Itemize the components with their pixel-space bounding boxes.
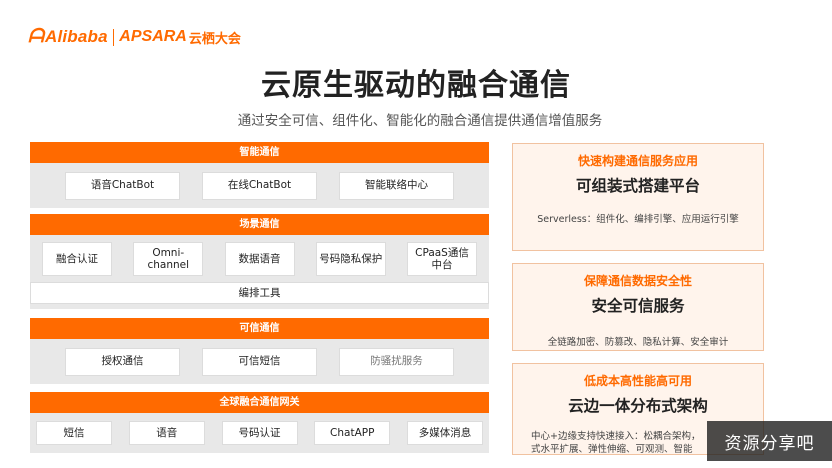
page-title: 云原生驱动的融合通信 [261, 68, 571, 103]
item-authorized: 授权通信 [65, 347, 180, 376]
section-smart-communication: 智能通信 语音ChatBot 在线ChatBot 智能联络中心 [30, 142, 489, 208]
item-sms: 短信 [36, 421, 112, 445]
alibaba-a-icon: ᗩ [28, 26, 44, 47]
card-description: Serverless：组件化、编排引擎、应用运行引擎 [537, 214, 739, 225]
page-subtitle: 通过安全可信、组件化、智能化的融合通信提供通信增值服务 [237, 113, 603, 129]
item-voice: 语音 [128, 421, 205, 445]
item-voice-chatbot: 语音ChatBot [65, 171, 180, 200]
brand-separator [112, 28, 115, 46]
item-data-voice: 数据语音 [224, 242, 295, 276]
card-headline: 快速构建通信服务应用 [577, 154, 698, 168]
item-trusted-sms: 可信短信 [202, 347, 317, 376]
section-title: 可信通信 [30, 318, 489, 339]
apsara-logo: APSARA [119, 28, 187, 45]
section-items: 授权通信 可信短信 防骚扰服务 [30, 339, 489, 384]
section-title: 全球融合通信网关 [30, 392, 489, 413]
card-title: 安全可信服务 [591, 297, 685, 315]
alibaba-logo: ᗩAlibaba [28, 26, 108, 47]
value-card-security: 保障通信数据安全性 安全可信服务 全链路加密、防篡改、隐私计算、安全审计 [512, 263, 764, 351]
card-headline: 低成本高性能高可用 [583, 374, 692, 388]
item-number-auth: 号码认证 [221, 421, 298, 445]
card-title: 可组装式搭建平台 [575, 177, 700, 195]
item-number-privacy: 号码隐私保护 [315, 242, 386, 276]
alibaba-apsara-logo: ᗩAlibaba APSARA 云栖大会 [28, 26, 241, 48]
section-items: 短信 语音 号码认证 ChatAPP 多媒体消息 [30, 413, 489, 453]
item-chatapp: ChatAPP [314, 421, 391, 445]
section-items: 语音ChatBot 在线ChatBot 智能联络中心 [30, 163, 489, 208]
section-title: 智能通信 [30, 142, 489, 163]
item-contact-center: 智能联络中心 [339, 171, 454, 200]
item-mms: 多媒体消息 [407, 421, 483, 445]
section-title: 场景通信 [30, 214, 489, 235]
scene-items-row: 融合认证 Omni- channel 数据语音 号码隐私保护 CPaaS通信 中… [30, 235, 489, 276]
section-global-gateway: 全球融合通信网关 短信 语音 号码认证 ChatAPP 多媒体消息 [30, 392, 489, 453]
yunqi-logo: 云栖大会 [188, 30, 241, 46]
section-trusted-communication: 可信通信 授权通信 可信短信 防骚扰服务 [30, 318, 489, 384]
section-items: 融合认证 Omni- channel 数据语音 号码隐私保护 CPaaS通信 中… [30, 235, 489, 309]
item-fusion-auth: 融合认证 [42, 242, 112, 276]
orchestration-tool-bar: 编排工具 [30, 282, 489, 304]
item-cpaas: CPaaS通信 中台 [407, 242, 477, 276]
card-description: 全链路加密、防篡改、隐私计算、安全审计 [547, 337, 729, 348]
watermark-overlay: 资源分享吧 [707, 421, 832, 461]
item-online-chatbot: 在线ChatBot [202, 171, 317, 200]
item-anti-harassment: 防骚扰服务 [339, 347, 454, 376]
section-scene-communication: 场景通信 融合认证 Omni- channel 数据语音 号码隐私保护 CPaa… [30, 214, 489, 309]
card-title: 云边一体分布式架构 [568, 397, 708, 415]
value-card-platform: 快速构建通信服务应用 可组装式搭建平台 Serverless：组件化、编排引擎、… [512, 143, 764, 251]
card-headline: 保障通信数据安全性 [583, 274, 692, 288]
item-omnichannel: Omni- channel [133, 242, 204, 276]
